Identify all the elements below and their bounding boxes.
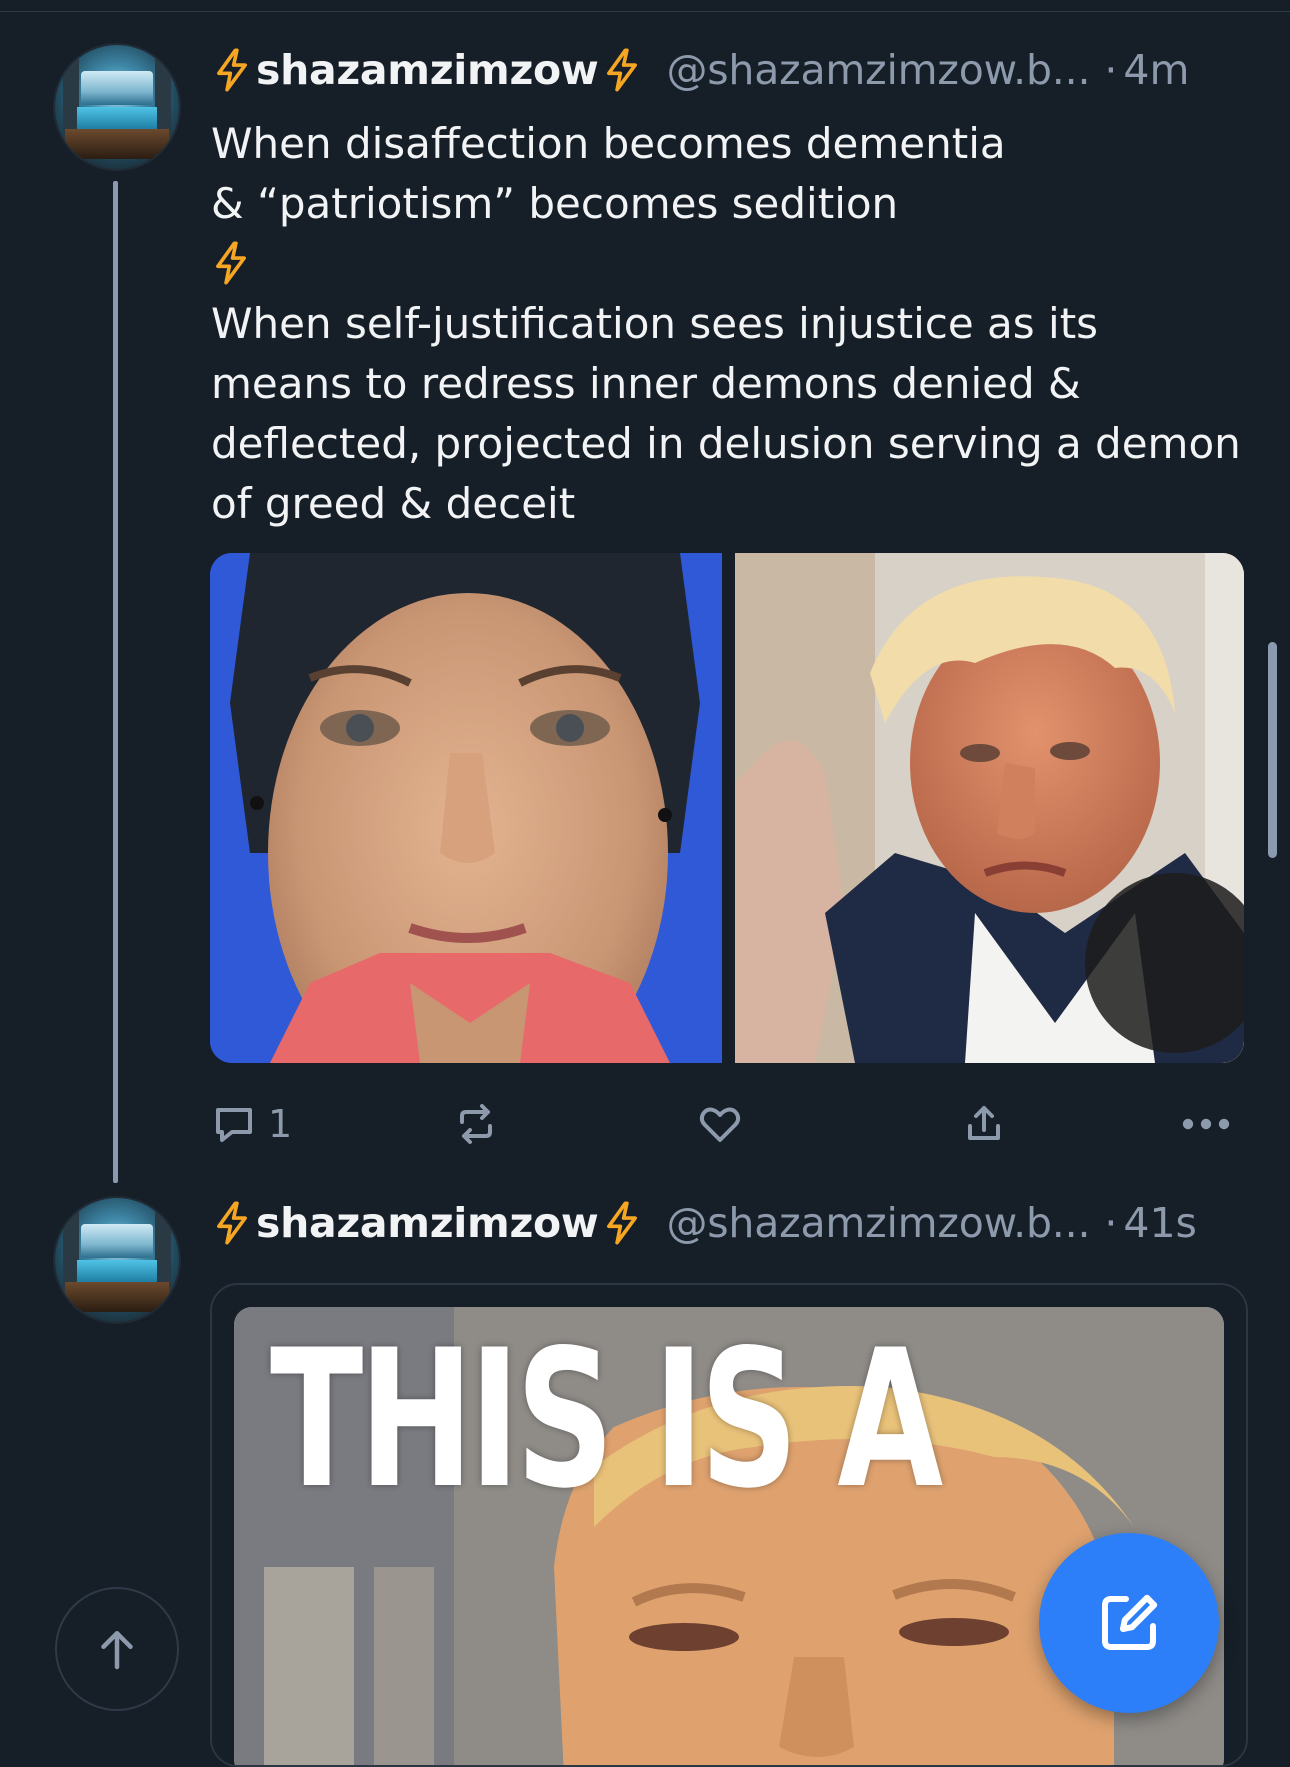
- post-image-left[interactable]: [210, 553, 722, 1063]
- lightning-bolt-icon: [216, 241, 246, 285]
- share-button[interactable]: [960, 1096, 1008, 1152]
- scrollbar[interactable]: [1268, 642, 1277, 858]
- lightning-bolt-icon: [607, 48, 638, 92]
- post-text-line: & “patriotism” becomes sedition: [211, 179, 899, 228]
- separator-dot: ·: [1104, 46, 1118, 94]
- lightning-bolt-icon: [607, 1201, 638, 1245]
- reply-count: 1: [268, 1102, 293, 1146]
- top-divider: [0, 11, 1290, 12]
- post-text-line: means to redress inner demons denied &: [211, 359, 1081, 408]
- compose-button[interactable]: [1039, 1533, 1219, 1713]
- post-text: When disaffection becomes dementia & “pa…: [211, 114, 1251, 534]
- separator-dot: ·: [1104, 1199, 1118, 1247]
- meme-caption: THIS IS A: [270, 1309, 943, 1530]
- post-timestamp[interactable]: 4m: [1123, 46, 1189, 94]
- arrow-up-icon: [101, 1631, 133, 1670]
- more-dots-icon: [1182, 1118, 1230, 1130]
- post-header: shazamzimzow @shazamzimzow.b... · 41s: [212, 1198, 1197, 1248]
- post-text-line: [211, 234, 1251, 294]
- post-timestamp[interactable]: 41s: [1123, 1199, 1197, 1247]
- avatar[interactable]: [55, 1198, 179, 1322]
- post-text-line: of greed & deceit: [211, 479, 576, 528]
- compose-pencil-icon: [1102, 1594, 1158, 1650]
- lightning-bolt-icon: [217, 48, 247, 92]
- thread-line: [113, 181, 118, 1183]
- repost-arrows-icon: [460, 1104, 492, 1144]
- author-handle[interactable]: @shazamzimzow.b...: [666, 1199, 1090, 1247]
- post-header: shazamzimzow @shazamzimzow.b... · 4m: [212, 45, 1189, 95]
- post-image-right[interactable]: [735, 553, 1244, 1063]
- author-handle[interactable]: @shazamzimzow.b...: [666, 46, 1090, 94]
- meme-image[interactable]: THIS IS A: [234, 1307, 1224, 1765]
- photo-portrait-woman: [210, 553, 722, 1063]
- heart-icon: [699, 1107, 741, 1142]
- photo-man-in-suit: [735, 553, 1244, 1063]
- post-text-line: When self-justification sees injustice a…: [211, 299, 1099, 348]
- avatar[interactable]: [55, 45, 179, 169]
- scroll-to-top-button[interactable]: [55, 1587, 179, 1711]
- share-upload-icon: [968, 1106, 1000, 1140]
- repost-button[interactable]: [452, 1096, 500, 1152]
- more-options-button[interactable]: [1178, 1096, 1234, 1152]
- reply-button[interactable]: 1: [210, 1096, 292, 1152]
- lightning-bolt-icon: [217, 1201, 247, 1245]
- author-name[interactable]: shazamzimzow: [256, 46, 599, 94]
- post-actions: 1: [210, 1096, 1250, 1152]
- like-button[interactable]: [696, 1096, 744, 1152]
- post-text-line: When disaffection becomes dementia: [211, 119, 1006, 168]
- post-text-line: deflected, projected in delusion serving…: [211, 419, 1241, 468]
- speech-bubble-icon: [216, 1108, 252, 1142]
- author-name[interactable]: shazamzimzow: [256, 1199, 599, 1247]
